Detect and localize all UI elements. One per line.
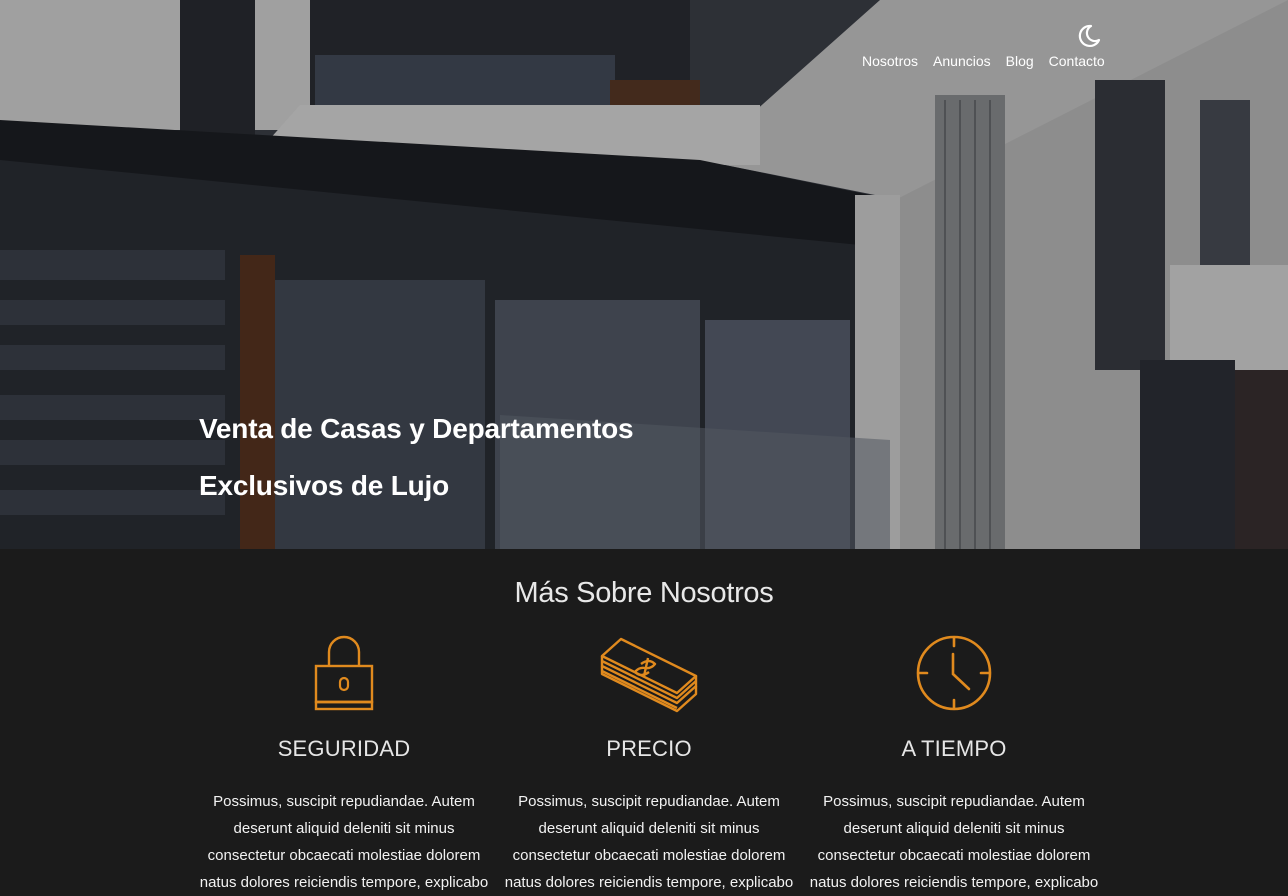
hero-title-line-2: Exclusivos de Lujo — [199, 470, 450, 501]
about-section: Más Sobre Nosotros SEGURIDAD Possimus, s… — [0, 549, 1288, 896]
padlock-icon — [194, 634, 494, 716]
feature-text: Possimus, suscipit repudiandae. Autem de… — [199, 793, 489, 891]
feature-a-tiempo: A TIEMPO Possimus, suscipit repudiandae.… — [804, 634, 1104, 896]
nav-link-contacto[interactable]: Contacto — [1049, 53, 1105, 69]
feature-title: PRECIO — [606, 736, 692, 761]
feature-seguridad: SEGURIDAD Possimus, suscipit repudiandae… — [194, 634, 494, 896]
feature-text: Possimus, suscipit repudiandae. Autem de… — [809, 793, 1099, 891]
feature-precio: PRECIO Possimus, suscipit repudiandae. A… — [499, 634, 799, 896]
hero-title: Venta de Casas y Departamentos Exclusivo… — [199, 400, 719, 514]
hero-section: Nosotros Anuncios Blog Contacto Venta de… — [0, 0, 1288, 549]
hero-title-line-1: Venta de Casas y Departamentos — [199, 413, 634, 444]
nav-links: Nosotros Anuncios Blog Contacto — [862, 53, 1105, 69]
nav-link-anuncios[interactable]: Anuncios — [933, 53, 991, 69]
section-title: Más Sobre Nosotros — [514, 577, 774, 609]
feature-title: SEGURIDAD — [277, 736, 411, 761]
feature-title: A TIEMPO — [901, 736, 1007, 761]
clock-icon — [804, 634, 1104, 716]
moon-icon[interactable] — [1074, 22, 1102, 50]
nav-link-blog[interactable]: Blog — [1006, 53, 1034, 69]
nav-link-nosotros[interactable]: Nosotros — [862, 53, 918, 69]
money-stack-icon — [499, 634, 799, 716]
feature-text: Possimus, suscipit repudiandae. Autem de… — [504, 793, 794, 891]
